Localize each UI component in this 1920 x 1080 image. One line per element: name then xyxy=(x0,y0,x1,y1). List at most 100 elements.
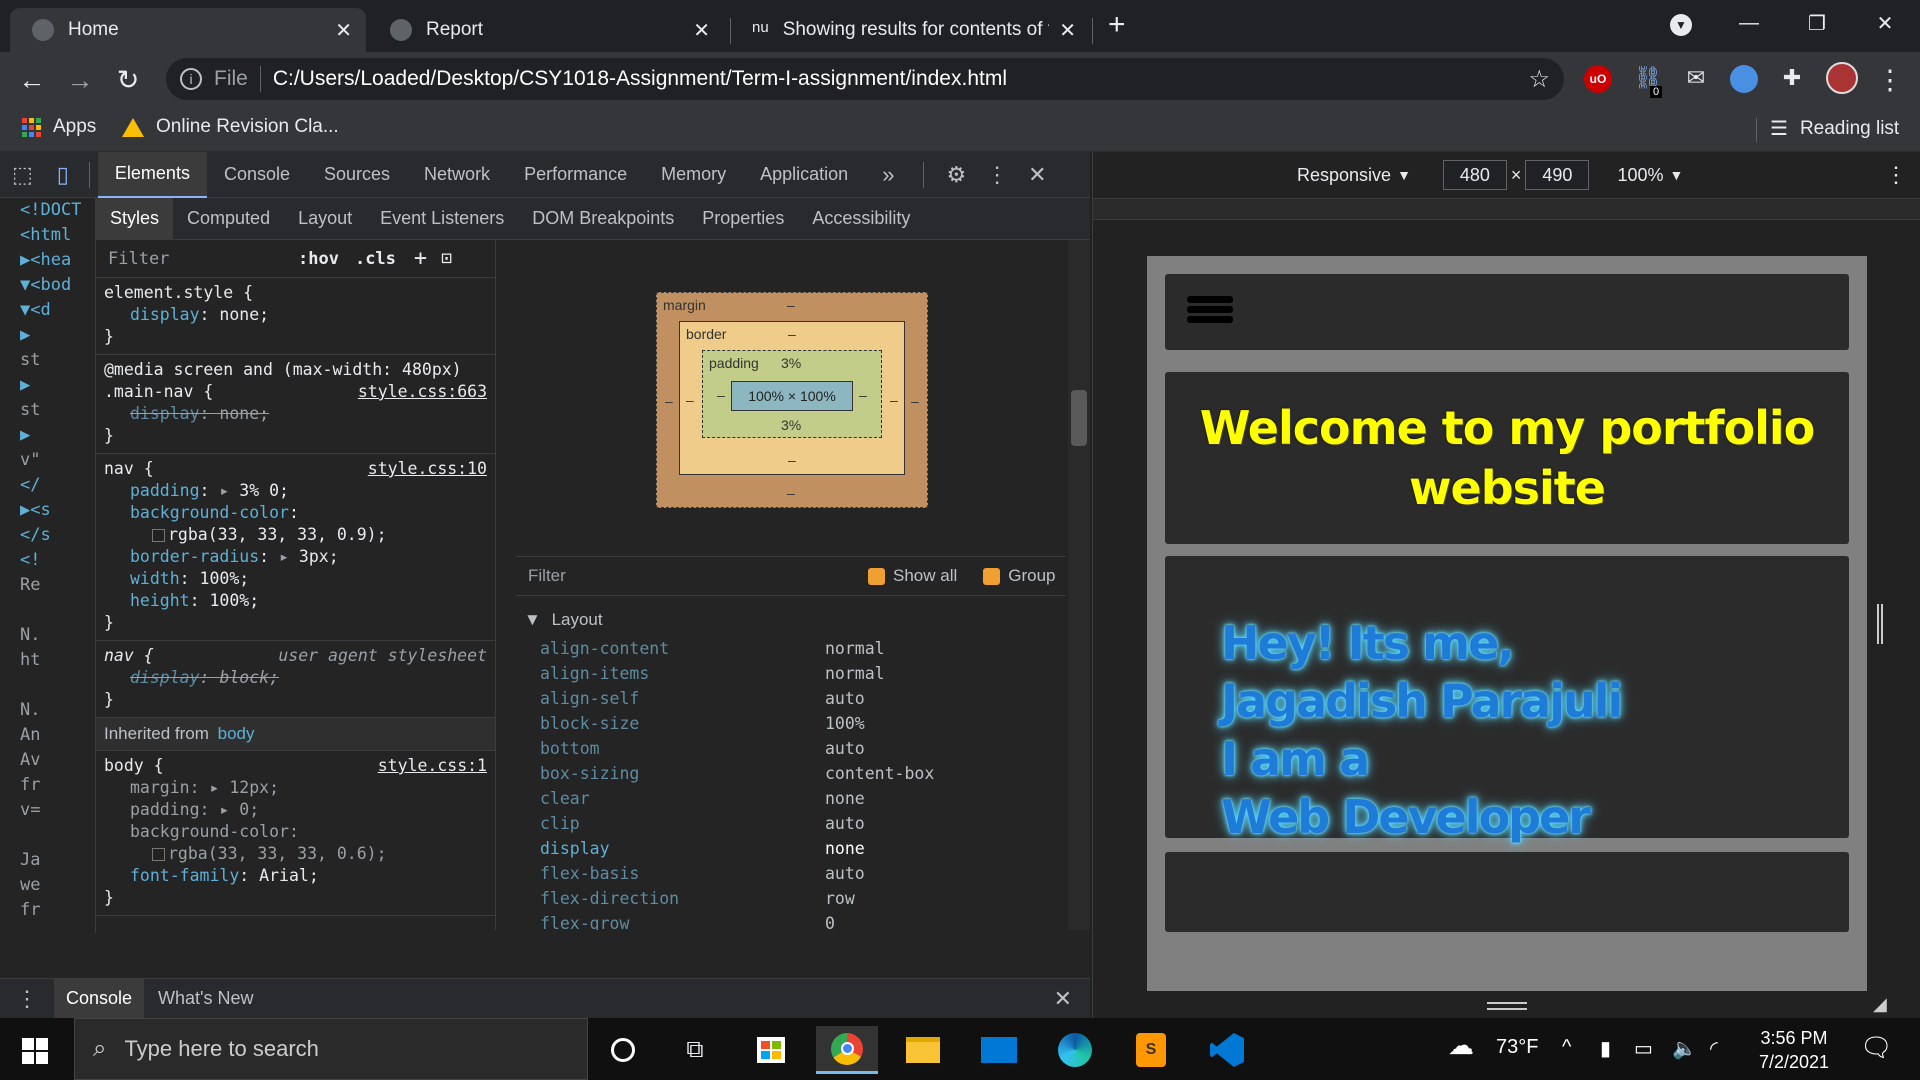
dom-node[interactable]: N. xyxy=(0,623,95,648)
close-window-icon[interactable]: ✕ xyxy=(1850,0,1920,46)
info-icon[interactable]: i xyxy=(180,68,202,90)
prop-name[interactable]: border-radius xyxy=(130,547,259,566)
tab-search-icon[interactable]: ▼ xyxy=(1670,14,1692,36)
dom-node[interactable]: <html xyxy=(0,223,95,248)
battery-icon[interactable]: ▭ xyxy=(1634,1036,1653,1061)
resize-handle-bottom[interactable] xyxy=(1487,1002,1527,1010)
computed-prop-row[interactable]: align-content normal xyxy=(540,636,1060,661)
address-bar[interactable]: i File C:/Users/Loaded/Desktop/CSY1018-A… xyxy=(166,58,1564,100)
layout-section-header[interactable]: ▼ Layout xyxy=(524,610,603,630)
computed-prop-row[interactable]: clip auto xyxy=(540,811,1060,836)
dom-node[interactable]: ht xyxy=(0,648,95,673)
rule-body[interactable]: body {style.css:1 margin: ▸ 12px; paddin… xyxy=(96,751,495,916)
subtab-accessibility[interactable]: Accessibility xyxy=(798,198,924,240)
forward-icon[interactable]: → xyxy=(62,62,98,98)
devtools-menu-icon[interactable]: ⋮ xyxy=(976,152,1018,198)
styles-filter-input[interactable]: Filter xyxy=(108,249,288,269)
bookmark-star-icon[interactable]: ☆ xyxy=(1528,65,1550,94)
mail-app-icon[interactable] xyxy=(968,1026,1030,1074)
prop-value[interactable]: Arial; xyxy=(259,866,319,885)
device-options-icon[interactable]: ⋮ xyxy=(1885,162,1907,188)
width-input[interactable]: 480 xyxy=(1442,160,1507,190)
taskbar-search-box[interactable]: ⌕ Type here to search xyxy=(74,1018,588,1080)
border-left-value[interactable]: – xyxy=(686,392,694,408)
dom-node[interactable]: ▶ xyxy=(0,423,95,448)
notifications-icon[interactable]: 🗨 xyxy=(1860,1032,1893,1063)
show-hidden-icons-icon[interactable]: ^ xyxy=(1562,1036,1571,1059)
restore-icon[interactable]: ❐ xyxy=(1782,0,1852,46)
computed-prop-row[interactable]: box-sizing content-box xyxy=(540,761,1060,786)
height-input[interactable]: 490 xyxy=(1525,160,1590,190)
url-text[interactable]: C:/Users/Loaded/Desktop/CSY1018-Assignme… xyxy=(273,67,1007,91)
drawer-menu-icon[interactable]: ⋮ xyxy=(0,986,54,1012)
inherited-element-link[interactable]: body xyxy=(218,724,255,743)
edge-icon[interactable] xyxy=(1044,1026,1106,1074)
wifi-icon[interactable]: ◜ xyxy=(1710,1036,1718,1061)
computed-prop-row[interactable]: align-items normal xyxy=(540,661,1060,686)
close-tab-icon[interactable]: ✕ xyxy=(335,18,352,43)
new-tab-button[interactable]: + xyxy=(1108,8,1126,42)
hov-toggle[interactable]: :hov xyxy=(298,249,339,269)
tab-search-results[interactable]: nu Showing results for contents of t ✕ xyxy=(730,8,1090,52)
file-explorer-icon[interactable] xyxy=(892,1026,954,1074)
prop-value[interactable]: 100%; xyxy=(209,591,259,610)
computed-prop-row[interactable]: flex-basis auto xyxy=(540,861,1060,886)
tab-console[interactable]: Console xyxy=(207,152,307,198)
border-bottom-value[interactable]: – xyxy=(788,452,796,468)
weather-temp[interactable]: 73°F xyxy=(1496,1036,1538,1059)
extension-blue-icon[interactable] xyxy=(1730,65,1758,93)
source-link[interactable]: style.css:663 xyxy=(358,381,487,403)
color-swatch[interactable] xyxy=(152,529,165,542)
drawer-tab-whats-new[interactable]: What's New xyxy=(144,988,267,1009)
dom-node[interactable]: fr xyxy=(0,773,95,798)
tab-memory[interactable]: Memory xyxy=(644,152,743,198)
subtab-properties[interactable]: Properties xyxy=(688,198,798,240)
margin-bottom-value[interactable]: – xyxy=(787,485,795,501)
dom-node[interactable]: Av xyxy=(0,748,95,773)
avatar[interactable] xyxy=(1826,62,1858,94)
box-model-padding[interactable]: padding 3% 3% – – 100% × 100% xyxy=(702,350,882,438)
extensions-puzzle-icon[interactable]: ✚ xyxy=(1778,65,1806,93)
subtab-computed[interactable]: Computed xyxy=(173,198,284,240)
dom-node[interactable]: </ xyxy=(0,473,95,498)
cortana-icon[interactable] xyxy=(592,1026,654,1074)
show-all-checkbox[interactable] xyxy=(868,567,885,585)
padding-left-value[interactable]: – xyxy=(717,387,725,403)
close-devtools-icon[interactable]: ✕ xyxy=(1018,152,1056,198)
computed-prop-row[interactable]: clear none xyxy=(540,786,1060,811)
prop-name[interactable]: font-family xyxy=(130,866,239,885)
prop-value[interactable]: 3% 0; xyxy=(239,481,289,500)
close-tab-icon[interactable]: ✕ xyxy=(693,18,710,43)
computed-prop-row[interactable]: block-size 100% xyxy=(540,711,1060,736)
padding-bottom-value[interactable]: 3% xyxy=(781,417,801,433)
tab-network[interactable]: Network xyxy=(407,152,507,198)
volume-icon[interactable]: 🔈 xyxy=(1672,1036,1697,1061)
rule-element-style[interactable]: element.style { display: none; } xyxy=(96,278,495,355)
dom-node[interactable] xyxy=(0,598,95,623)
resize-corner-icon[interactable]: ◢ xyxy=(1873,994,1887,1015)
close-tab-icon[interactable]: ✕ xyxy=(1059,18,1076,43)
dom-node[interactable]: ▼<d xyxy=(0,298,95,323)
dom-node[interactable]: st xyxy=(0,348,95,373)
resize-handle-right[interactable] xyxy=(1877,604,1883,644)
color-swatch[interactable] xyxy=(152,848,165,861)
computed-prop-row[interactable]: flex-direction row xyxy=(540,886,1060,911)
weather-icon[interactable]: ☁ xyxy=(1448,1030,1474,1061)
microphone-icon[interactable]: ▮ xyxy=(1600,1036,1611,1061)
dom-node[interactable]: An xyxy=(0,723,95,748)
menu-kebab-icon[interactable]: ⋮ xyxy=(1872,62,1908,98)
dom-node[interactable] xyxy=(0,673,95,698)
chrome-icon[interactable] xyxy=(816,1026,878,1074)
prop-name[interactable]: display xyxy=(130,305,200,324)
zoom-select[interactable]: 100% xyxy=(1617,165,1663,186)
more-tabs-button[interactable]: » xyxy=(865,152,911,198)
subtab-event-listeners[interactable]: Event Listeners xyxy=(366,198,518,240)
dom-node[interactable]: ▶ xyxy=(0,373,95,398)
prop-name[interactable]: display xyxy=(130,404,200,423)
rule-nav[interactable]: nav {style.css:10 padding: ▸ 3% 0; backg… xyxy=(96,454,495,641)
tab-performance[interactable]: Performance xyxy=(507,152,644,198)
device-select[interactable]: Responsive xyxy=(1297,165,1391,186)
margin-right-value[interactable]: – xyxy=(911,393,919,409)
dom-node[interactable]: Re xyxy=(0,573,95,598)
prop-name[interactable]: width xyxy=(130,569,180,588)
